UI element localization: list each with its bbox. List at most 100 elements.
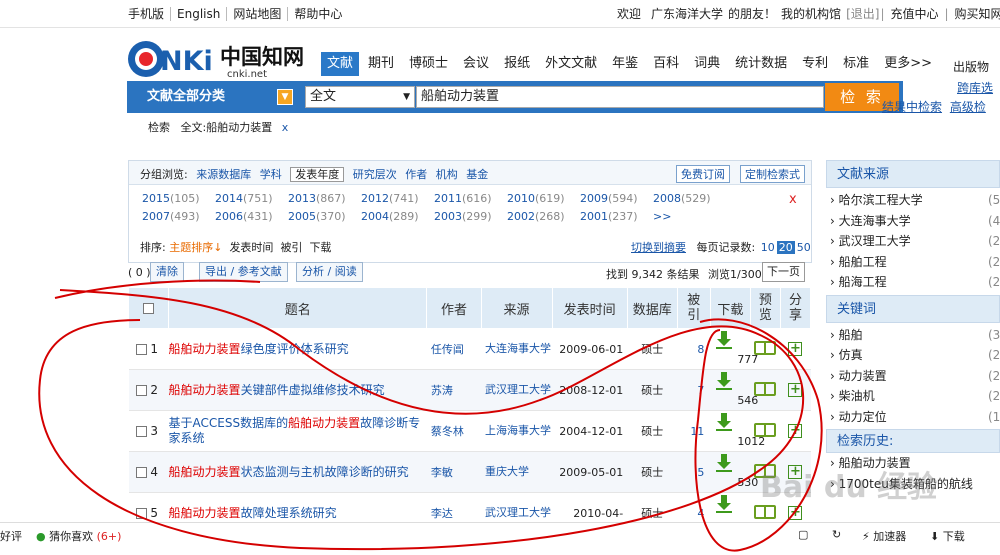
perpage-20[interactable]: 20 — [776, 241, 795, 254]
advanced-search-link[interactable]: 高级检 — [950, 100, 986, 114]
nav-tab-dictionary[interactable]: 词典 — [688, 52, 726, 76]
sidebar-keyword-item[interactable]: › 动力定位 (19 — [826, 407, 1000, 428]
nav-tab-thesis[interactable]: 博硕士 — [403, 52, 454, 76]
year-filter-item[interactable]: 2006(431) — [215, 210, 273, 223]
perpage-10[interactable]: 10 — [759, 241, 777, 254]
recharge-link[interactable]: 充值中心 — [885, 7, 943, 21]
window-icon[interactable]: ▢ — [798, 528, 808, 541]
table-row[interactable]: 1 船舶动力装置绿色度评价体系研究 任传阊 大连海事大学 2009-06-01 硕士 8 77… — [128, 328, 811, 370]
row-select[interactable]: 1 — [128, 328, 169, 370]
nav-tab-patent[interactable]: 专利 — [796, 52, 834, 76]
year-filter-item[interactable]: 2007(493) — [142, 210, 200, 223]
year-filter-item[interactable]: 2001(237) — [580, 210, 638, 223]
paper-title-link[interactable]: 船舶动力装置绿色度评价体系研究 — [169, 342, 427, 357]
group-source-db[interactable]: 来源数据库 — [196, 168, 251, 181]
source-link[interactable]: 大连海事大学 — [481, 328, 553, 370]
year-filter-item[interactable]: 2011(616) — [434, 192, 492, 205]
paper-title-link[interactable]: 基于ACCESS数据库的船舶动力装置故障诊断专家系统 — [169, 416, 427, 446]
search-in-results-link[interactable]: 结果中检索 — [882, 100, 942, 114]
chevron-down-icon[interactable]: ▼ — [277, 89, 293, 105]
nav-tab-more[interactable]: 更多>> — [878, 52, 938, 76]
source-link[interactable]: 重庆大学 — [481, 451, 553, 493]
clear-button[interactable]: 清除 — [150, 262, 184, 282]
sidebar-source-item[interactable]: › 武汉理工大学 (29 — [826, 231, 1000, 252]
author-link[interactable]: 李敏 — [426, 451, 481, 493]
plus-icon[interactable]: + — [788, 424, 803, 438]
publication-link[interactable]: 出版物 — [953, 58, 989, 75]
row-select[interactable]: 3 — [128, 410, 169, 452]
paper-title-link[interactable]: 船舶动力装置故障处理系统研究 — [169, 506, 427, 521]
english-link[interactable]: English — [170, 7, 226, 21]
sidebar-keyword-item[interactable]: › 动力装置 (25 — [826, 366, 1000, 387]
cnki-logo[interactable]: NKi 中国知网 cnki.net — [127, 37, 312, 81]
checkbox[interactable] — [135, 385, 147, 396]
source-link[interactable]: 武汉理工大学 — [481, 369, 553, 411]
author-link[interactable]: 蔡冬林 — [426, 410, 481, 452]
checkbox[interactable] — [143, 302, 155, 314]
paper-title-link[interactable]: 船舶动力装置状态监测与主机故障诊断的研究 — [169, 465, 427, 480]
sort-by-topic[interactable]: 主题排序↓ — [169, 241, 222, 254]
select-all-checkbox[interactable] — [127, 287, 170, 329]
author-link[interactable]: 任传阊 — [426, 328, 481, 370]
row-select[interactable]: 2 — [128, 369, 169, 411]
nav-tab-standard[interactable]: 标准 — [837, 52, 875, 76]
sidebar-keyword-item[interactable]: › 仿真 (26 — [826, 345, 1000, 366]
year-filter-item[interactable]: 2012(741) — [361, 192, 419, 205]
cited-count[interactable]: 11 — [677, 410, 711, 452]
download-button[interactable]: ⬇ 下载 — [930, 528, 965, 544]
sidebar-source-item[interactable]: › 船舶工程 (25 — [826, 252, 1000, 273]
year-filter-item[interactable]: >> — [653, 210, 671, 223]
year-filter-item[interactable]: 2010(619) — [507, 192, 565, 205]
crumb-close-icon[interactable]: x — [282, 121, 289, 134]
plus-icon[interactable]: + — [788, 342, 803, 356]
author-link[interactable]: 苏涛 — [426, 369, 481, 411]
nav-tab-literature[interactable]: 文献 — [321, 52, 360, 76]
table-row[interactable]: 3 基于ACCESS数据库的船舶动力装置故障诊断专家系统 蔡冬林 上海海事大学 2004… — [128, 410, 811, 452]
table-row[interactable]: 2 船舶动力装置关键部件虚拟维修技术研究 苏涛 武汉理工大学 2008-12-01 硕士 7… — [128, 369, 811, 411]
sort-by-cited[interactable]: 被引 — [280, 241, 302, 254]
source-link[interactable]: 上海海事大学 — [481, 410, 553, 452]
book-icon[interactable] — [754, 381, 777, 396]
group-year-selected[interactable]: 发表年度 — [290, 167, 345, 182]
switch-abstract-link[interactable]: 切换到摘要 — [631, 241, 686, 254]
nav-tab-statistics[interactable]: 统计数据 — [729, 52, 793, 76]
sidebar-keyword-item[interactable]: › 船舶 (39 — [826, 325, 1000, 346]
analyze-button[interactable]: 分析 / 阅读 — [296, 262, 363, 282]
paper-title-link[interactable]: 船舶动力装置关键部件虚拟维修技术研究 — [169, 383, 427, 398]
sidebar-source-item[interactable]: › 哈尔滨工程大学 (51 — [826, 190, 1000, 211]
mobile-link[interactable]: 手机版 — [128, 7, 170, 21]
sort-by-download[interactable]: 下载 — [309, 241, 331, 254]
checkbox[interactable] — [135, 344, 147, 355]
group-level[interactable]: 研究层次 — [353, 168, 397, 181]
cited-count[interactable]: 5 — [677, 451, 711, 493]
field-select[interactable]: 全文 ▼ — [305, 86, 415, 108]
checkbox[interactable] — [135, 426, 147, 437]
nav-tab-newspaper[interactable]: 报纸 — [498, 52, 536, 76]
next-page-button[interactable]: 下一页 — [762, 262, 805, 282]
year-filter-item[interactable]: 2008(529) — [653, 192, 711, 205]
status-rating[interactable]: 好评 — [0, 528, 22, 544]
group-author[interactable]: 作者 — [405, 168, 427, 181]
sidebar-keyword-item[interactable]: › 柴油机 (23 — [826, 386, 1000, 407]
my-org-link[interactable]: 我的机构馆 — [776, 7, 846, 21]
sidebar-source-item[interactable]: › 大连海事大学 (49 — [826, 211, 1000, 232]
year-filter-item[interactable]: 2009(594) — [580, 192, 638, 205]
book-icon[interactable] — [754, 340, 777, 355]
nav-tab-journal[interactable]: 期刊 — [362, 52, 400, 76]
perpage-50[interactable]: 50 — [795, 241, 813, 254]
accelerator-button[interactable]: ⚡ 加速器 — [862, 528, 906, 544]
export-button[interactable]: 导出 / 参考文献 — [199, 262, 288, 282]
nav-tab-foreign[interactable]: 外文文献 — [539, 52, 603, 76]
help-link[interactable]: 帮助中心 — [287, 7, 348, 21]
year-filter-item[interactable]: 2014(751) — [215, 192, 273, 205]
search-input[interactable]: 船舶动力装置 — [416, 86, 824, 108]
subscribe-button[interactable]: 免费订阅 — [676, 165, 730, 183]
cross-db-link[interactable]: 跨库选 — [957, 78, 993, 98]
year-filter-item[interactable]: 2004(289) — [361, 210, 419, 223]
checkbox[interactable] — [135, 467, 147, 478]
group-fund[interactable]: 基金 — [466, 168, 488, 181]
buy-card-link[interactable]: 购买知网卡 — [950, 7, 1000, 21]
nav-tab-conference[interactable]: 会议 — [457, 52, 495, 76]
plus-icon[interactable]: + — [788, 506, 803, 520]
close-icon[interactable]: x — [789, 192, 797, 207]
